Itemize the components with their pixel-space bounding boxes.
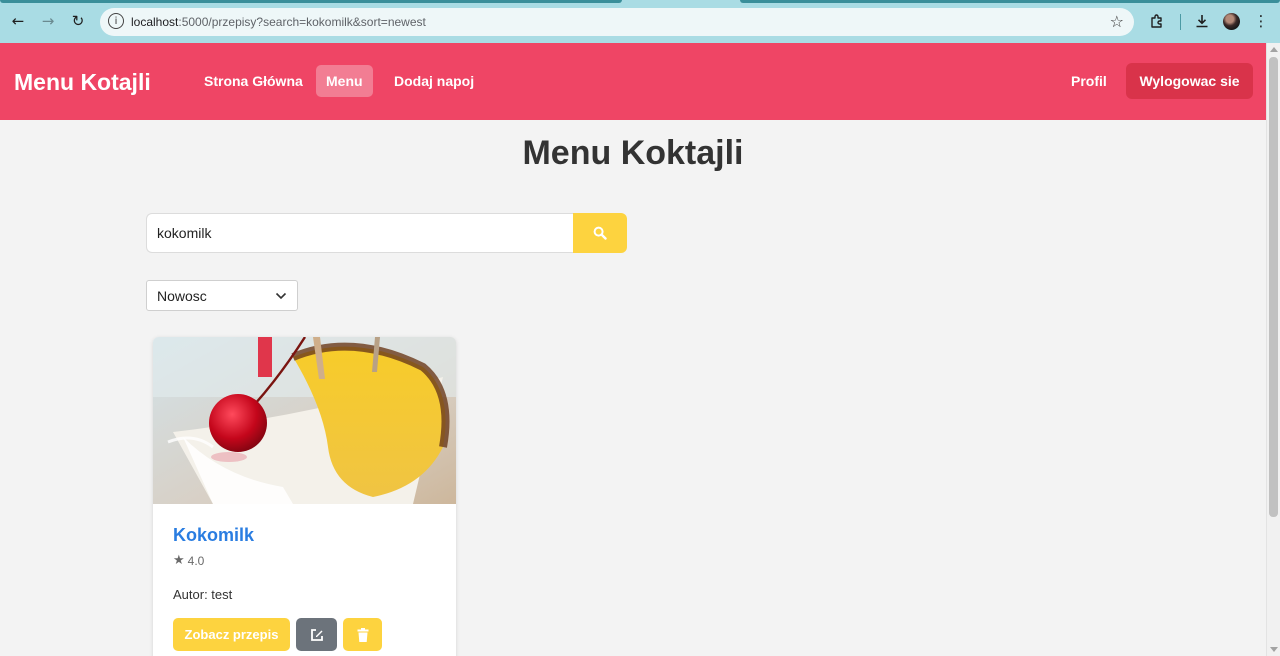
search-button[interactable] <box>573 213 627 253</box>
cocktail-title[interactable]: Kokomilk <box>173 525 254 546</box>
search-input[interactable]: kokomilk <box>146 213 574 253</box>
nav-menu[interactable]: Menu <box>316 65 373 97</box>
chevron-down-icon <box>275 292 287 299</box>
address-bar[interactable]: i localhost:5000/przepisy?search=kokomil… <box>100 8 1134 36</box>
logout-button[interactable]: Wylogowac sie <box>1126 63 1253 99</box>
sort-select[interactable]: Nowosc <box>146 280 298 311</box>
search-input-value: kokomilk <box>157 225 212 241</box>
download-icon[interactable] <box>1191 10 1213 32</box>
search-icon <box>593 226 607 240</box>
delete-button[interactable] <box>343 618 382 651</box>
scroll-up-icon[interactable] <box>1270 47 1278 52</box>
tab-indicator[interactable] <box>0 0 622 3</box>
rating-value: 4.0 <box>187 553 205 568</box>
trash-icon <box>357 627 368 642</box>
cocktail-image <box>153 337 456 504</box>
star-icon: ★ <box>173 553 185 568</box>
toolbar-divider <box>1180 14 1181 30</box>
nav-profile[interactable]: Profil <box>1071 65 1107 97</box>
address-url[interactable]: localhost:5000/przepisy?search=kokomilk&… <box>131 15 426 29</box>
scroll-down-icon[interactable] <box>1270 647 1278 652</box>
scrollbar-thumb[interactable] <box>1269 57 1278 517</box>
url-path: :5000/przepisy?search=kokomilk&sort=newe… <box>178 15 426 29</box>
nav-add-drink[interactable]: Dodaj napoj <box>384 65 484 97</box>
site-info-icon[interactable]: i <box>108 13 124 29</box>
rating: ★ 4.0 <box>173 553 204 568</box>
author-label: Autor: test <box>173 587 233 602</box>
view-recipe-button[interactable]: Zobacz przepis <box>173 618 290 651</box>
page-scrollbar[interactable] <box>1266 43 1280 656</box>
bookmark-star-icon[interactable]: ☆ <box>1110 12 1124 31</box>
avatar[interactable] <box>1223 13 1240 30</box>
page-title: Menu Koktajli <box>522 134 744 172</box>
app-navbar: Menu Kotajli Strona Główna Menu Dodaj na… <box>0 43 1266 120</box>
browser-toolbar: ← → ↻ i localhost:5000/przepisy?search=k… <box>0 0 1280 43</box>
nav-home[interactable]: Strona Główna <box>194 65 313 97</box>
cocktail-card: Kokomilk ★ 4.0 Autor: test Zobacz przepi… <box>153 337 456 656</box>
tab-indicator[interactable] <box>740 0 1280 3</box>
edit-icon <box>310 628 323 641</box>
kebab-menu-icon[interactable]: ⋮ <box>1250 10 1272 32</box>
back-icon[interactable]: ← <box>7 10 29 32</box>
brand-logo[interactable]: Menu Kotajli <box>14 69 151 96</box>
extensions-icon[interactable] <box>1146 10 1168 32</box>
edit-button[interactable] <box>296 618 337 651</box>
reload-icon[interactable]: ↻ <box>67 10 89 32</box>
sort-selected-value: Nowosc <box>157 287 207 304</box>
url-host: localhost <box>131 15 179 29</box>
forward-icon[interactable]: → <box>37 10 59 32</box>
